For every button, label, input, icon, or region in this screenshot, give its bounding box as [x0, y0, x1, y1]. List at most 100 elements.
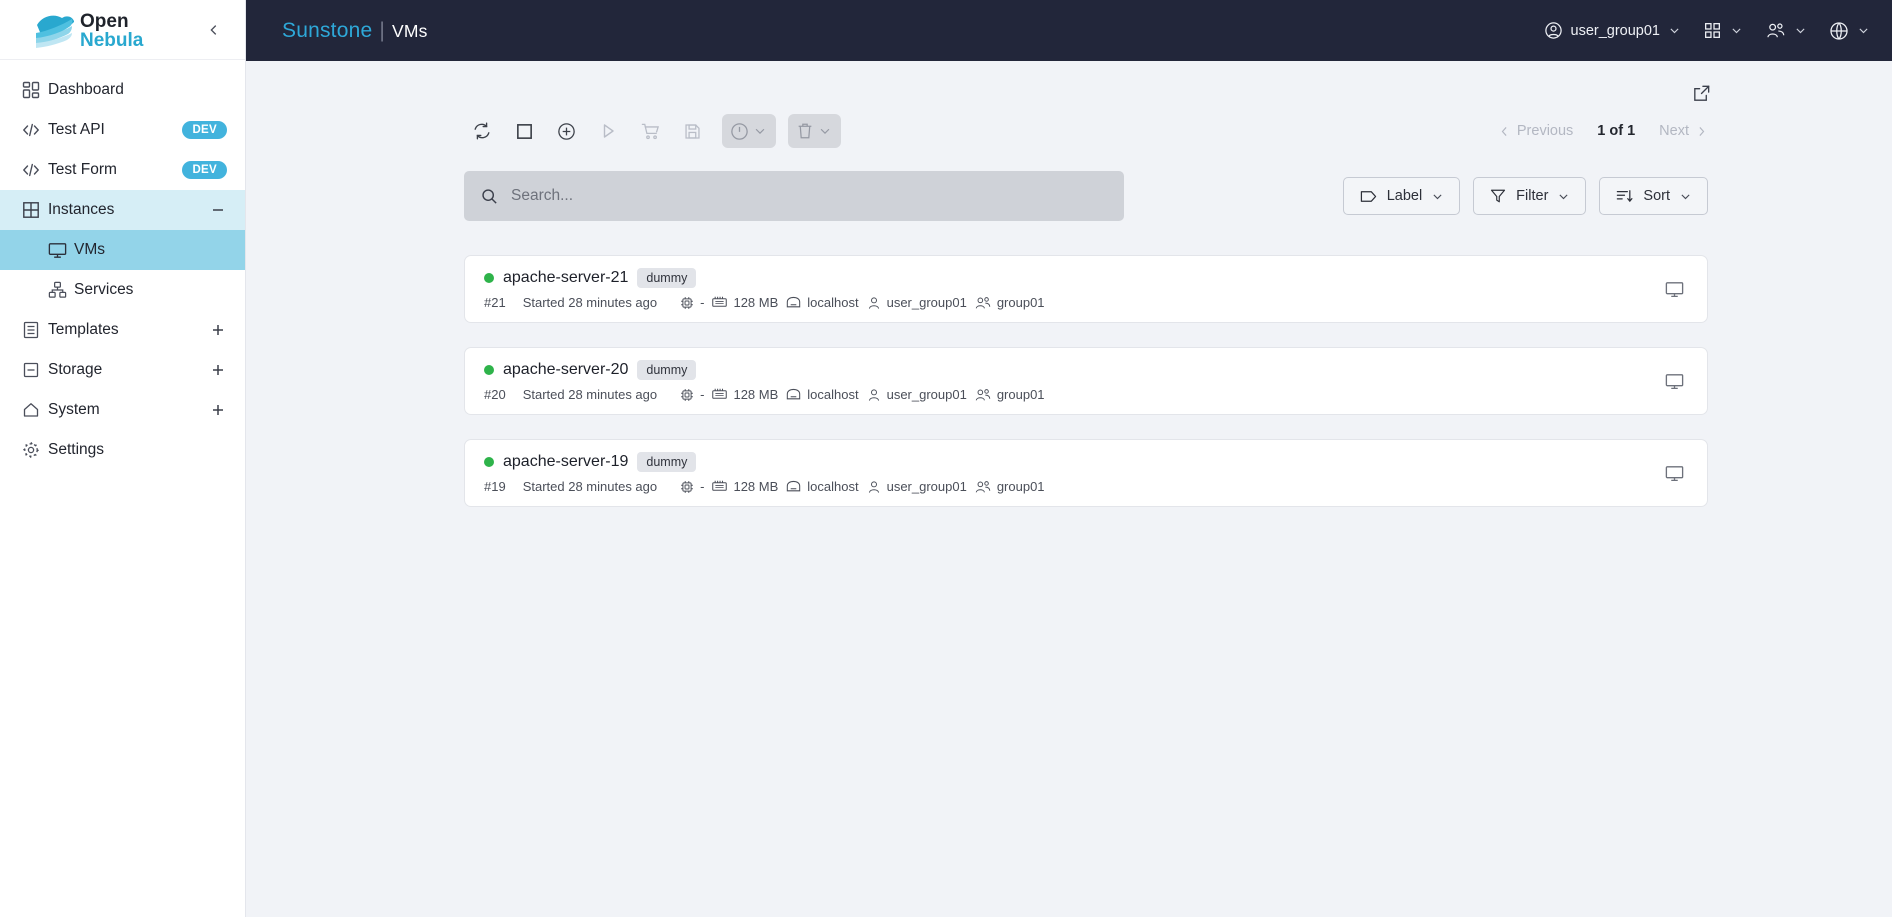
services-nodes-icon	[40, 280, 74, 301]
monitor-icon	[1664, 371, 1685, 392]
external-link-row	[282, 83, 1860, 117]
search-input[interactable]: Search...	[464, 171, 1124, 221]
vm-console-button[interactable]	[1664, 463, 1685, 484]
plus-icon[interactable]	[209, 322, 227, 338]
apps-menu-button[interactable]	[1703, 21, 1743, 40]
plus-icon[interactable]	[209, 402, 227, 418]
select-all-button[interactable]	[506, 113, 542, 149]
sidebar-item-system[interactable]: System	[0, 390, 245, 430]
server-icon	[785, 479, 802, 494]
chevron-down-icon	[1730, 24, 1743, 37]
label-filter-button[interactable]: Label	[1342, 177, 1461, 215]
plus-icon[interactable]	[209, 362, 227, 378]
save-button[interactable]	[674, 113, 710, 149]
create-vm-button[interactable]	[548, 113, 584, 149]
sidebar-item-test-api[interactable]: Test API DEV	[0, 110, 245, 150]
vm-memory: 128 MB	[711, 479, 778, 494]
server-icon	[785, 295, 802, 310]
vm-name: apache-server-20	[503, 360, 629, 378]
filter-buttons: Label Filter Sort	[1342, 177, 1860, 215]
vm-title-row: apache-server-19 dummy	[484, 451, 1664, 472]
sidebar-item-dashboard[interactable]: Dashboard	[0, 70, 245, 110]
chevron-down-icon	[818, 124, 832, 138]
power-actions-button[interactable]	[722, 114, 776, 148]
sort-button[interactable]: Sort	[1599, 177, 1708, 215]
sidebar-item-vms[interactable]: VMs	[0, 230, 245, 270]
vm-memory: 128 MB	[711, 295, 778, 310]
minus-icon[interactable]	[209, 202, 227, 218]
sidebar-item-label: System	[48, 401, 100, 418]
chevron-down-icon	[1557, 190, 1570, 203]
external-link-icon[interactable]	[1691, 83, 1712, 117]
sidebar-collapse-button[interactable]	[201, 17, 227, 43]
sidebar-item-services[interactable]: Services	[0, 270, 245, 310]
home-icon	[14, 400, 48, 420]
vm-card[interactable]: apache-server-21 dummy #21 Started 28 mi…	[464, 255, 1708, 323]
label-filter-text: Label	[1386, 188, 1423, 204]
previous-page-button[interactable]: Previous	[1498, 123, 1573, 139]
language-menu-button[interactable]	[1829, 21, 1870, 41]
brand-label: Sunstone	[282, 18, 373, 42]
sidebar-item-templates[interactable]: Templates	[0, 310, 245, 350]
topbar: Sunstone | VMs user_group01	[246, 0, 1892, 61]
vm-owner: user_group01	[866, 295, 967, 311]
search-icon	[480, 187, 499, 206]
vm-hypervisor-chip: dummy	[637, 267, 697, 288]
resume-button[interactable]	[590, 113, 626, 149]
server-icon	[785, 387, 802, 402]
vm-owner-value: user_group01	[886, 387, 967, 402]
chevron-down-icon	[1431, 190, 1444, 203]
code-icon	[14, 120, 48, 140]
globe-icon	[1829, 21, 1849, 41]
sidebar-item-label: VMs	[74, 241, 105, 258]
vm-cpu-value: -	[700, 387, 705, 402]
group-icon	[974, 387, 992, 403]
vm-id: #19	[484, 479, 506, 494]
vm-host: localhost	[785, 479, 859, 494]
filter-button[interactable]: Filter	[1473, 177, 1587, 215]
chevron-left-icon	[207, 23, 221, 37]
vm-hypervisor-chip: dummy	[637, 359, 697, 380]
status-dot	[484, 272, 494, 283]
vm-meta-row: #21 Started 28 minutes ago - 128 MB loca…	[484, 295, 1664, 311]
page-count-label: 1 of 1	[1597, 123, 1636, 139]
vm-card[interactable]: apache-server-20 dummy #20 Started 28 mi…	[464, 347, 1708, 415]
group-menu-button[interactable]	[1765, 21, 1807, 40]
vm-console-button[interactable]	[1664, 371, 1685, 392]
toolbar-row: Previous 1 of 1 Next	[282, 113, 1860, 149]
vm-host-value: localhost	[807, 387, 859, 402]
vm-meta-row: #19 Started 28 minutes ago - 128 MB loca…	[484, 479, 1664, 495]
chevron-left-icon	[1498, 125, 1511, 138]
sidebar-item-instances[interactable]: Instances	[0, 190, 245, 230]
user-icon	[866, 387, 882, 403]
vm-memory: 128 MB	[711, 387, 778, 402]
vm-card-body: apache-server-21 dummy #21 Started 28 mi…	[484, 267, 1664, 311]
user-menu-button[interactable]: user_group01	[1544, 21, 1682, 40]
vm-name: apache-server-21	[503, 268, 629, 286]
vm-title-row: apache-server-20 dummy	[484, 359, 1664, 380]
title-separator: |	[379, 18, 385, 42]
code-icon	[14, 160, 48, 180]
terminate-actions-button[interactable]	[788, 114, 841, 148]
dev-badge: DEV	[182, 121, 227, 139]
sidebar-item-label: Settings	[48, 441, 105, 458]
next-page-button[interactable]: Next	[1659, 123, 1708, 139]
marketplace-button[interactable]	[632, 113, 668, 149]
gear-icon	[14, 440, 48, 460]
sidebar-item-storage[interactable]: Storage	[0, 350, 245, 390]
monitor-icon	[40, 240, 74, 261]
sidebar-item-label: Dashboard	[48, 81, 124, 98]
trash-icon	[795, 121, 815, 141]
vm-cpu: -	[679, 387, 704, 403]
vm-group-value: group01	[996, 387, 1045, 402]
chevron-down-icon	[1679, 190, 1692, 203]
template-drawer-icon	[14, 320, 48, 340]
sidebar-item-test-form[interactable]: Test Form DEV	[0, 150, 245, 190]
refresh-button[interactable]	[464, 113, 500, 149]
opennebula-logo[interactable]: Open Nebula	[32, 9, 150, 51]
sidebar-item-settings[interactable]: Settings	[0, 430, 245, 470]
vm-card[interactable]: apache-server-19 dummy #19 Started 28 mi…	[464, 439, 1708, 507]
vm-console-button[interactable]	[1664, 279, 1685, 300]
sidebar-item-label: Services	[74, 281, 134, 298]
chevron-right-icon	[1695, 125, 1708, 138]
